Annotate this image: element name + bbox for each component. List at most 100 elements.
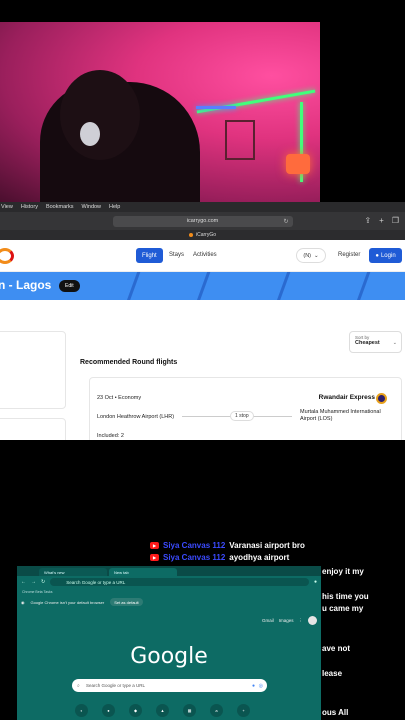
search-placeholder: Search Google or type a URL xyxy=(86,683,146,688)
chat-fragment: u came my xyxy=(322,604,364,613)
login-label: Login xyxy=(380,252,396,259)
origin-airport: London Heathrow Airport (LHR) xyxy=(97,414,175,420)
chrome-omnibox[interactable]: Search Google or type a URL xyxy=(50,578,309,586)
share-icon[interactable]: ⇪ xyxy=(364,216,371,225)
chat-message: ▶ Siya Canvas 112 ayodhya airport xyxy=(150,553,289,562)
google-logo: Google xyxy=(130,644,208,669)
streamer-head xyxy=(60,70,140,160)
new-tab-icon[interactable]: + xyxy=(379,216,384,225)
menu-window[interactable]: Window xyxy=(81,204,101,210)
shortcut-tile[interactable]: a xyxy=(210,704,223,717)
shortcut-tile[interactable]: ◆ xyxy=(129,704,142,717)
chat-fragment: his time you xyxy=(322,592,369,601)
register-link[interactable]: Register xyxy=(338,252,360,258)
chat-text: ayodhya airport xyxy=(229,553,290,562)
menu-view[interactable]: View xyxy=(1,204,13,210)
headset xyxy=(80,122,100,146)
flight-date: 23 Oct • Economy xyxy=(97,395,142,401)
images-link[interactable]: Images xyxy=(279,618,294,623)
currency-selector[interactable]: (N) ⌄ xyxy=(296,248,326,263)
chat-fragment: ous All xyxy=(322,708,349,717)
chrome-tab[interactable]: New tab xyxy=(109,568,177,576)
default-browser-message: Google Chrome isn't your default browser xyxy=(30,599,105,605)
menu-help[interactable]: Help xyxy=(109,204,120,210)
lens-icon[interactable]: ◎ xyxy=(259,683,263,689)
sort-dropdown[interactable]: Sort by Cheapest ⌄ xyxy=(349,331,402,353)
currency-label: (N) xyxy=(303,252,312,259)
reload-icon[interactable]: ↻ xyxy=(41,579,45,585)
chat-fragment: lease xyxy=(322,669,343,678)
chrome-window: What's new New tab ← → ↻ Search Google o… xyxy=(17,566,321,720)
apps-grid-icon[interactable]: ⋮ xyxy=(299,618,304,624)
set-default-button[interactable]: Set as default xyxy=(110,598,143,606)
stays-tab[interactable]: Stays xyxy=(169,252,184,258)
flight-tab[interactable]: Flight xyxy=(136,248,163,263)
shortcuts-row: ◐ ● ◆ ▲ ▦ a + xyxy=(75,704,250,717)
destination-airport: Murtala Muhammed International Airport (… xyxy=(300,409,381,422)
included-info: Included: 2 xyxy=(97,433,124,439)
youtube-icon: ▶ xyxy=(150,554,159,561)
airline-name: Rwandair Express xyxy=(318,394,375,401)
chat-text: Varanasi airport bro xyxy=(229,541,305,550)
shortcut-tile[interactable]: ● xyxy=(102,704,115,717)
chrome-tab-strip: What's new New tab xyxy=(17,566,321,576)
webcam-overlay xyxy=(0,22,320,202)
sort-value: Cheapest xyxy=(355,340,380,346)
filter-panel xyxy=(0,331,66,409)
activities-tab[interactable]: Activities xyxy=(193,252,217,258)
forward-icon[interactable]: → xyxy=(31,579,36,585)
edit-button[interactable]: Edit xyxy=(59,280,80,292)
recommended-heading: Recommended Round flights xyxy=(80,359,178,366)
favicon-icon xyxy=(188,233,193,237)
user-icon: ● xyxy=(375,252,379,259)
back-icon[interactable]: ← xyxy=(21,579,26,585)
tabs-overview-icon[interactable]: ❐ xyxy=(392,216,399,225)
microphone-icon[interactable]: ● xyxy=(252,683,255,689)
wall-frame xyxy=(225,120,255,160)
shortcut-tile[interactable]: ▲ xyxy=(156,704,169,717)
chat-fragment: ave not xyxy=(322,644,351,653)
login-button[interactable]: ● Login xyxy=(369,248,402,263)
add-shortcut-icon[interactable]: + xyxy=(237,704,250,717)
chrome-icon: ◉ xyxy=(21,599,25,605)
address-bar[interactable]: icarrygo.com ↻ xyxy=(112,215,293,227)
chevron-down-icon: ⌄ xyxy=(392,340,397,346)
icarrygo-page: Flight Stays Activities (N) ⌄ Register ●… xyxy=(0,240,405,440)
shortcut-tile[interactable]: ◐ xyxy=(75,704,88,717)
menu-bookmarks[interactable]: Bookmarks xyxy=(46,204,74,210)
shortcut-tile[interactable]: ▦ xyxy=(183,704,196,717)
google-search-box[interactable]: ⌕ Search Google or type a URL ● ◎ xyxy=(72,679,267,692)
safari-tab[interactable]: iCarryGo xyxy=(0,230,405,240)
profile-icon[interactable]: ● xyxy=(314,579,317,585)
safari-toolbar: icarrygo.com ↻ ⇪ + ❐ xyxy=(0,212,405,230)
tab-title: iCarryGo xyxy=(195,232,216,238)
stops-badge: 1 stop xyxy=(230,411,254,421)
route-title: n - Lagos xyxy=(0,278,52,292)
chevron-down-icon: ⌄ xyxy=(314,252,319,259)
youtube-icon: ▶ xyxy=(150,542,159,549)
search-icon: ⌕ xyxy=(77,682,80,689)
google-top-links: Gmail Images ⋮ xyxy=(262,616,317,625)
chrome-toolbar: ← → ↻ Search Google or type a URL ● xyxy=(17,576,321,588)
filter-panel-2 xyxy=(0,418,66,440)
neon-light xyxy=(196,89,316,114)
mac-menu-bar: View History Bookmarks Window Help xyxy=(0,202,405,212)
site-nav: Flight Stays Activities (N) ⌄ Register ●… xyxy=(0,240,405,272)
gmail-link[interactable]: Gmail xyxy=(262,618,274,623)
airline-logo-icon xyxy=(376,393,387,404)
bookmarks-bar[interactable]: Chrome Beta Tasks xyxy=(17,588,321,596)
chrome-tab[interactable]: What's new xyxy=(39,568,107,576)
reload-icon[interactable]: ↻ xyxy=(283,218,288,225)
chat-username: Siya Canvas 112 xyxy=(163,553,226,562)
chat-message: ▶ Siya Canvas 112 Varanasi airport bro xyxy=(150,541,305,550)
address-url: icarrygo.com xyxy=(186,218,219,224)
default-browser-banner: ◉ Google Chrome isn't your default brows… xyxy=(17,596,321,608)
flight-card[interactable]: 23 Oct • Economy Rwandair Express London… xyxy=(89,377,402,440)
avatar[interactable] xyxy=(308,616,317,625)
chat-username: Siya Canvas 112 xyxy=(163,541,226,550)
search-banner: n - Lagos Edit xyxy=(0,272,405,300)
menu-history[interactable]: History xyxy=(21,204,38,210)
neon-light xyxy=(196,106,236,109)
icarrygo-logo-icon[interactable] xyxy=(0,248,14,264)
lamp xyxy=(286,154,310,174)
